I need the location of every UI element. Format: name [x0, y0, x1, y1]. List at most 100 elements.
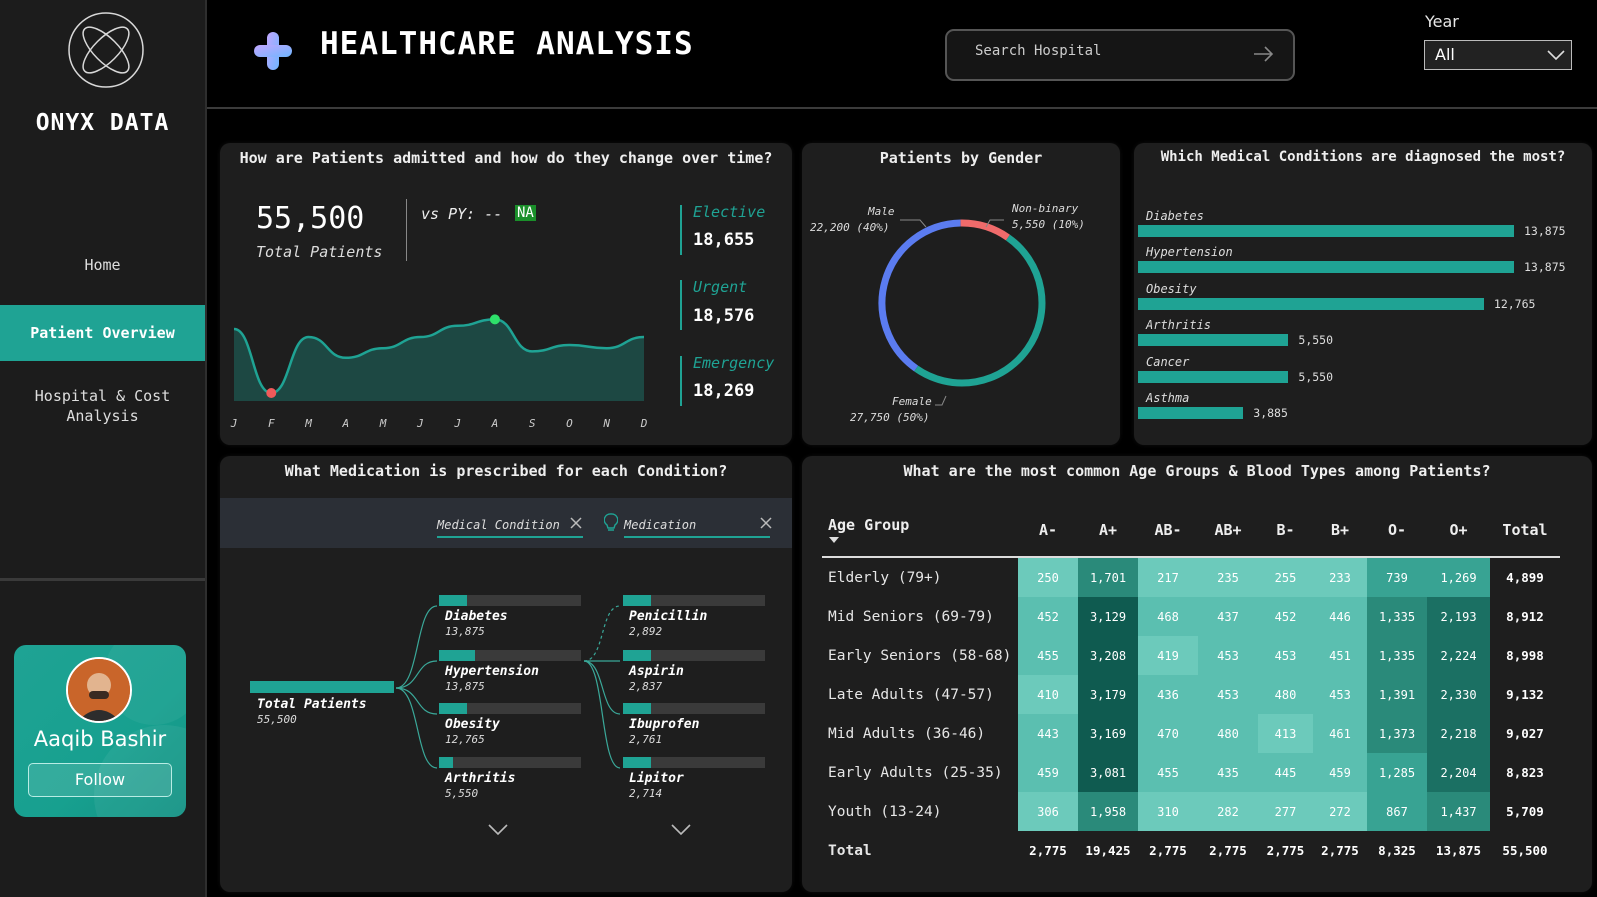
heatmap-cell[interactable]: 1,335 [1367, 636, 1427, 675]
heatmap-cell[interactable]: 419 [1138, 636, 1198, 675]
medication-node-bar[interactable] [623, 757, 765, 768]
heatmap-cell[interactable]: 410 [1018, 675, 1078, 714]
heatmap-cell[interactable]: 452 [1258, 597, 1313, 636]
column-header[interactable]: A+ [1078, 504, 1138, 556]
heatmap-cell[interactable]: 255 [1258, 558, 1313, 597]
column-header[interactable]: Total [1490, 504, 1560, 556]
heatmap-cell[interactable]: 480 [1258, 675, 1313, 714]
heatmap-cell[interactable]: 739 [1367, 558, 1427, 597]
condition-bar[interactable] [1138, 261, 1514, 274]
medication-node-bar[interactable] [623, 703, 765, 714]
heatmap-cell[interactable]: 1,373 [1367, 714, 1427, 753]
heatmap-cell[interactable]: 453 [1313, 675, 1367, 714]
search-input[interactable]: Search Hospital [945, 29, 1295, 81]
column-header[interactable]: AB- [1138, 504, 1198, 556]
heatmap-cell[interactable]: 3,208 [1078, 636, 1138, 675]
column-header[interactable]: O- [1367, 504, 1427, 556]
column-header[interactable]: AB+ [1198, 504, 1258, 556]
medication-node-bar[interactable] [623, 650, 765, 661]
heatmap-cell[interactable]: 480 [1198, 714, 1258, 753]
root-bar[interactable] [250, 681, 394, 693]
heatmap-cell[interactable]: 446 [1313, 597, 1367, 636]
heatmap-cell[interactable]: 453 [1198, 675, 1258, 714]
nav-patient-overview[interactable]: Patient Overview [0, 305, 205, 361]
heatmap-cell[interactable]: 413 [1258, 714, 1313, 753]
condition-node-bar[interactable] [439, 703, 581, 714]
sort-down-icon[interactable] [828, 536, 840, 544]
condition-bar[interactable] [1138, 334, 1289, 347]
medication-node-value: 2,714 [629, 787, 663, 800]
follow-button[interactable]: Follow [28, 763, 172, 797]
heatmap-cell[interactable]: 459 [1018, 753, 1078, 792]
heatmap-cell[interactable]: 277 [1258, 792, 1313, 831]
condition-bar[interactable] [1138, 370, 1289, 383]
heatmap-cell[interactable]: 443 [1018, 714, 1078, 753]
heatmap-cell[interactable]: 435 [1198, 753, 1258, 792]
heatmap-cell[interactable]: 272 [1313, 792, 1367, 831]
nav-hospital-cost-analysis[interactable]: Hospital & Cost Analysis [0, 386, 205, 426]
heatmap-cell[interactable]: 455 [1018, 636, 1078, 675]
heatmap-cell[interactable]: 436 [1138, 675, 1198, 714]
column-total-cell: 2,775 [1321, 843, 1359, 858]
heatmap-cell[interactable]: 235 [1198, 558, 1258, 597]
heatmap-cell[interactable]: 2,193 [1427, 597, 1490, 636]
arrow-right-icon[interactable] [1253, 45, 1275, 63]
heatmap-cell[interactable]: 2,330 [1427, 675, 1490, 714]
heatmap-cell[interactable]: 1,391 [1367, 675, 1427, 714]
heatmap-cell[interactable]: 2,224 [1427, 636, 1490, 675]
heatmap-cell[interactable]: 461 [1313, 714, 1367, 753]
condition-node-bar[interactable] [439, 650, 581, 661]
heatmap-cell[interactable]: 1,335 [1367, 597, 1427, 636]
nav-home[interactable]: Home [0, 256, 205, 274]
male-value: 22,200 (40%) [810, 221, 890, 234]
heatmap-cell[interactable]: 445 [1258, 753, 1313, 792]
condition-bar[interactable] [1138, 225, 1514, 237]
heatmap-cell[interactable]: 306 [1018, 792, 1078, 831]
column-header[interactable]: A- [1018, 504, 1078, 556]
heatmap-cell[interactable]: 453 [1258, 636, 1313, 675]
chevron-down-icon[interactable] [671, 824, 691, 836]
condition-bar[interactable] [1138, 407, 1244, 419]
heatmap-cell[interactable]: 468 [1138, 597, 1198, 636]
heatmap-cell[interactable]: 1,437 [1427, 792, 1490, 831]
heatmap-cell[interactable]: 1,269 [1427, 558, 1490, 597]
heatmap-cell[interactable]: 233 [1313, 558, 1367, 597]
medication-node-bar[interactable] [623, 595, 765, 606]
condition-bar-label: Obesity [1146, 281, 1197, 296]
heatmap-cell[interactable]: 1,701 [1078, 558, 1138, 597]
heatmap-cell[interactable]: 282 [1198, 792, 1258, 831]
condition-bar[interactable] [1138, 297, 1484, 310]
heatmap-cell[interactable]: 310 [1138, 792, 1198, 831]
heatmap-cell[interactable]: 217 [1138, 558, 1198, 597]
nonbinary-value: 5,550 (10%) [1012, 218, 1085, 231]
column-header[interactable]: B+ [1313, 504, 1367, 556]
condition-node-bar[interactable] [439, 595, 581, 606]
heatmap-cell[interactable]: 2,218 [1427, 714, 1490, 753]
heatmap-cell[interactable]: 3,081 [1078, 753, 1138, 792]
heatmap-cell[interactable]: 437 [1198, 597, 1258, 636]
heatmap-cell[interactable]: 3,129 [1078, 597, 1138, 636]
heatmap-cell[interactable]: 1,285 [1367, 753, 1427, 792]
heatmap-cell[interactable]: 455 [1138, 753, 1198, 792]
heatmap-cell[interactable]: 867 [1367, 792, 1427, 831]
heatmap-cell[interactable]: 459 [1313, 753, 1367, 792]
heatmap-cell[interactable]: 2,204 [1427, 753, 1490, 792]
chevron-down-icon[interactable] [488, 824, 508, 836]
heatmap-cell[interactable]: 250 [1018, 558, 1078, 597]
heatmap-cell[interactable]: 470 [1138, 714, 1198, 753]
min-point[interactable] [266, 388, 277, 398]
heatmap-cell[interactable]: 451 [1313, 636, 1367, 675]
heatmap-cell[interactable]: 3,169 [1078, 714, 1138, 753]
heatmap-cell[interactable]: 1,958 [1078, 792, 1138, 831]
condition-node-value: 13,875 [445, 625, 485, 638]
max-point[interactable] [489, 314, 500, 325]
column-header[interactable]: B- [1258, 504, 1313, 556]
column-header[interactable]: Age Group [822, 504, 1018, 556]
heatmap-cell[interactable]: 453 [1198, 636, 1258, 675]
age-group-cell: Youth (13-24) [828, 803, 942, 820]
heatmap-cell[interactable]: 452 [1018, 597, 1078, 636]
year-select[interactable]: All [1424, 40, 1572, 70]
condition-node-bar[interactable] [439, 757, 581, 768]
heatmap-cell[interactable]: 3,179 [1078, 675, 1138, 714]
column-header[interactable]: O+ [1427, 504, 1490, 556]
